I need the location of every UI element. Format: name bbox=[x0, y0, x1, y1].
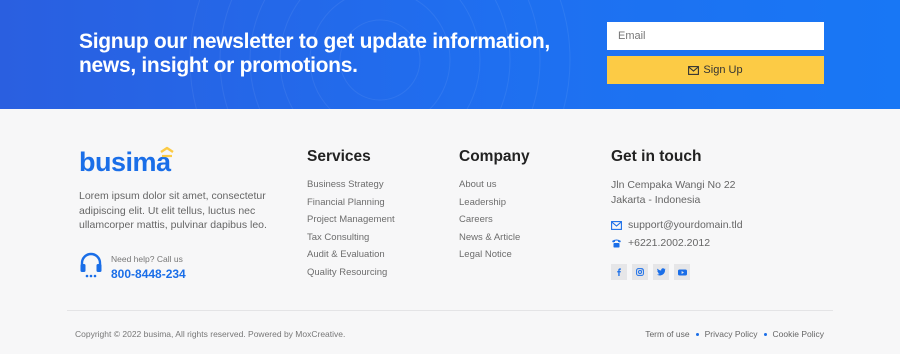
services-list: Business Strategy Financial Planning Pro… bbox=[307, 178, 395, 284]
contact-heading: Get in touch bbox=[611, 148, 702, 165]
newsletter-banner: Signup our newsletter to get update info… bbox=[0, 0, 900, 109]
logo-mark-icon bbox=[160, 146, 174, 158]
services-link[interactable]: Financial Planning bbox=[307, 196, 395, 214]
services-heading: Services bbox=[307, 148, 371, 165]
separator-dot bbox=[695, 332, 699, 336]
services-link[interactable]: Audit & Evaluation bbox=[307, 248, 395, 266]
help-label: Need help? Call us bbox=[111, 254, 183, 264]
facebook-icon[interactable] bbox=[611, 264, 627, 280]
email-input[interactable] bbox=[607, 22, 824, 50]
logo-text: busima bbox=[79, 147, 171, 177]
privacy-policy-link[interactable]: Privacy Policy bbox=[705, 329, 758, 339]
services-link[interactable]: Tax Consulting bbox=[307, 231, 395, 249]
newsletter-title: Signup our newsletter to get update info… bbox=[79, 30, 550, 77]
contact-email-text: support@yourdomain.tld bbox=[628, 219, 743, 231]
contact-phone[interactable]: +6221.2002.2012 bbox=[611, 237, 710, 249]
brand-logo[interactable]: busima bbox=[79, 146, 174, 177]
address-line-1: Jln Cempaka Wangi No 22 bbox=[611, 179, 736, 191]
services-link[interactable]: Project Management bbox=[307, 213, 395, 231]
mail-icon bbox=[688, 65, 700, 75]
company-link[interactable]: News & Article bbox=[459, 231, 520, 249]
legal-links: Term of use Privacy Policy Cookie Policy bbox=[645, 329, 824, 339]
services-link[interactable]: Business Strategy bbox=[307, 178, 395, 196]
contact-email[interactable]: support@yourdomain.tld bbox=[611, 219, 743, 231]
copyright-text: Copyright © 2022 busima, All rights rese… bbox=[75, 329, 346, 339]
terms-link[interactable]: Term of use bbox=[645, 329, 689, 339]
separator-dot bbox=[763, 332, 767, 336]
phone-icon bbox=[612, 239, 621, 248]
envelope-icon bbox=[611, 220, 622, 230]
instagram-icon[interactable] bbox=[632, 264, 648, 280]
footer-divider bbox=[67, 310, 833, 311]
signup-button-label: Sign Up bbox=[703, 64, 743, 76]
address-line-2: Jakarta - Indonesia bbox=[611, 193, 701, 206]
cookie-policy-link[interactable]: Cookie Policy bbox=[773, 329, 825, 339]
help-phone-link[interactable]: 800-8448-234 bbox=[111, 267, 251, 281]
contact-phone-text: +6221.2002.2012 bbox=[628, 237, 711, 249]
headset-icon bbox=[80, 252, 102, 278]
company-link[interactable]: Legal Notice bbox=[459, 248, 520, 266]
company-link[interactable]: Leadership bbox=[459, 196, 520, 214]
services-link[interactable]: Quality Resourcing bbox=[307, 266, 395, 284]
social-links bbox=[611, 264, 690, 280]
company-link[interactable]: About us bbox=[459, 178, 520, 196]
twitter-icon[interactable] bbox=[653, 264, 669, 280]
company-link[interactable]: Careers bbox=[459, 213, 520, 231]
help-contact: Need help? Call us 800-8448-234 bbox=[79, 252, 186, 281]
company-list: About us Leadership Careers News & Artic… bbox=[459, 178, 520, 266]
company-heading: Company bbox=[459, 148, 530, 165]
contact-address: Jln Cempaka Wangi No 22 Jakarta - Indone… bbox=[611, 178, 791, 207]
youtube-icon[interactable] bbox=[674, 264, 690, 280]
signup-button[interactable]: Sign Up bbox=[607, 56, 824, 84]
brand-description: Lorem ipsum dolor sit amet, consectetur … bbox=[79, 190, 267, 231]
